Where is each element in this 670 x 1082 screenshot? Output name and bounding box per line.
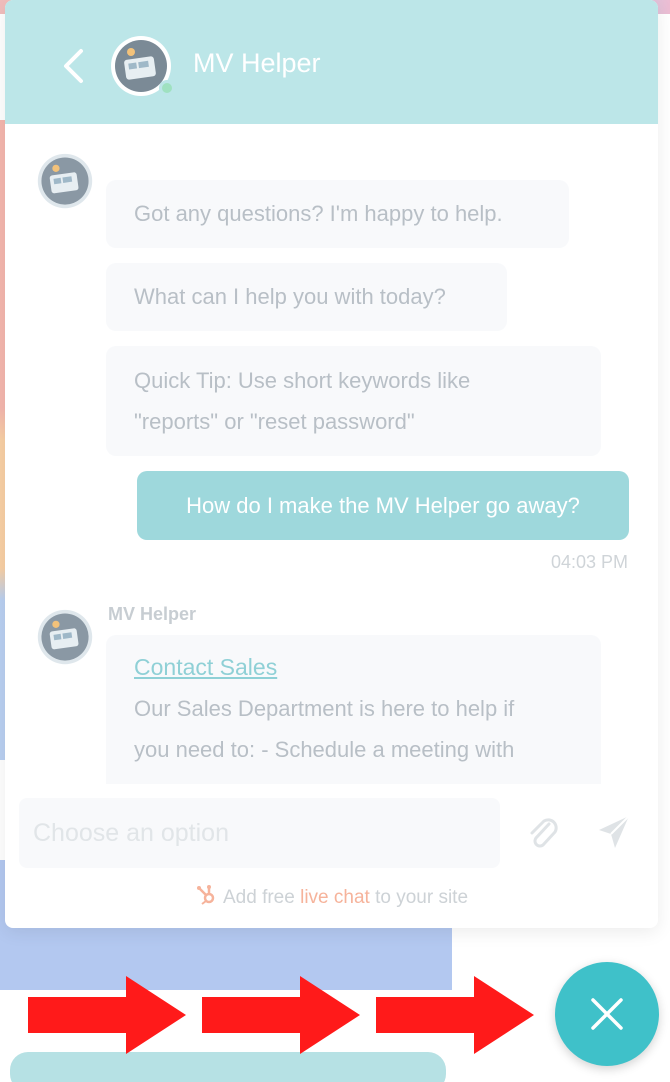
footer-highlight: live chat xyxy=(300,887,370,908)
message-text: you need to: - Schedule a meeting with xyxy=(134,737,515,762)
back-button[interactable] xyxy=(53,44,93,88)
message-input[interactable] xyxy=(19,798,500,868)
message-timestamp: 04:03 PM xyxy=(550,552,628,572)
bot-message: Contact Sales Our Sales Department is he… xyxy=(106,635,601,784)
chat-widget: MV Helper Got any questions? I'm happy t… xyxy=(5,0,658,928)
bot-avatar-icon xyxy=(37,609,93,665)
message-text: How do I make the MV Helper go away? xyxy=(186,492,580,518)
paperclip-icon[interactable] xyxy=(523,812,561,852)
message-text: What can I help you with today? xyxy=(134,284,446,309)
message-text: Quick Tip: Use short keywords like xyxy=(134,368,471,393)
close-icon xyxy=(591,998,623,1030)
bot-message: Got any questions? I'm happy to help. xyxy=(106,180,569,248)
powered-by-footer[interactable]: Add free live chat to your site xyxy=(5,884,658,909)
bot-message: Quick Tip: Use short keywords like "repo… xyxy=(106,346,601,456)
message-list[interactable]: Got any questions? I'm happy to help. Wh… xyxy=(5,124,658,784)
header-avatar xyxy=(109,34,175,98)
contact-sales-link[interactable]: Contact Sales xyxy=(134,654,277,680)
online-status-dot xyxy=(159,80,175,96)
bot-message: What can I help you with today? xyxy=(106,263,507,331)
user-message: How do I make the MV Helper go away? xyxy=(137,471,629,540)
hubspot-sprocket-icon xyxy=(196,885,215,905)
chat-header: MV Helper xyxy=(5,0,658,124)
send-icon[interactable] xyxy=(595,812,633,852)
chevron-left-icon xyxy=(64,49,83,83)
red-arrow-right-icon xyxy=(202,976,360,1054)
footer-text: to your site xyxy=(369,887,469,908)
chat-title: MV Helper xyxy=(193,48,321,78)
red-arrow-right-icon xyxy=(28,976,186,1054)
close-chat-button[interactable] xyxy=(555,962,659,1066)
footer-text: Add free xyxy=(222,887,301,908)
message-input-container xyxy=(19,798,500,868)
background-page-bar xyxy=(10,1052,446,1082)
message-text: Our Sales Department is here to help if xyxy=(134,696,515,721)
bot-avatar-icon xyxy=(37,153,93,209)
message-text: Got any questions? I'm happy to help. xyxy=(134,201,503,226)
red-arrow-right-icon xyxy=(376,976,534,1054)
sender-name: MV Helper xyxy=(108,604,197,624)
message-text: "reports" or "reset password" xyxy=(134,409,415,434)
